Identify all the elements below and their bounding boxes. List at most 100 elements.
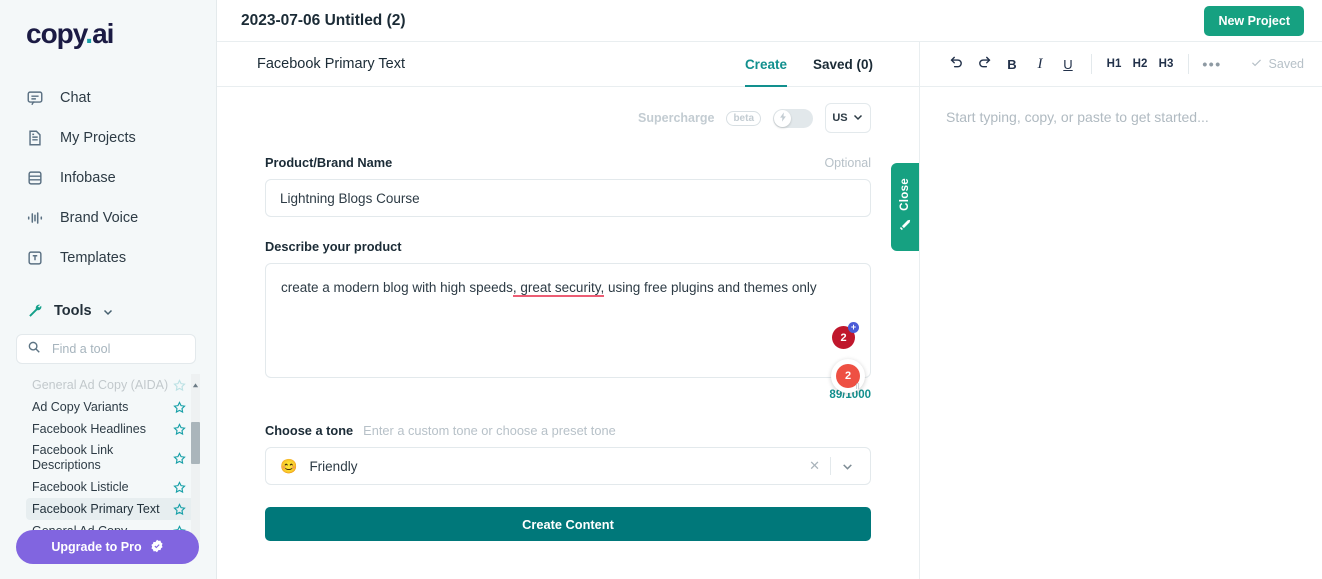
drag-handle-icon[interactable]: ⠿ <box>855 384 862 391</box>
heading-3-button[interactable]: H3 <box>1153 50 1179 78</box>
grammar-suggestions-badge[interactable]: 2 + <box>832 322 859 349</box>
database-icon <box>26 169 44 187</box>
close-panel-label: Close <box>899 177 911 211</box>
upgrade-container: Upgrade to Pro <box>16 530 199 564</box>
audio-bars-icon <box>26 209 44 227</box>
scrollbar-thumb[interactable] <box>191 422 200 464</box>
chevron-down-icon[interactable] <box>841 460 854 473</box>
editor-placeholder: Start typing, copy, or paste to get star… <box>946 109 1209 125</box>
lightning-bolt-icon <box>778 109 788 127</box>
editor-body[interactable]: Start typing, copy, or paste to get star… <box>920 87 1322 579</box>
editor-toolbar: B I U H1 H2 H3 ••• Saved <box>920 42 1322 87</box>
character-counter: 89/1000 <box>829 389 871 401</box>
list-item[interactable]: Facebook Link Descriptions <box>26 440 200 476</box>
list-item[interactable]: Ad Copy Variants <box>26 396 200 418</box>
page-title: 2023-07-06 Untitled (2) <box>241 11 406 29</box>
describe-product-textarea[interactable] <box>265 263 871 378</box>
content-split: Facebook Primary Text Create Saved (0) S… <box>217 41 1322 579</box>
logo[interactable]: copy.ai <box>0 0 216 62</box>
italic-button[interactable]: I <box>1026 50 1054 78</box>
grammar-badge-plus: + <box>848 322 859 333</box>
toggle-knob <box>774 109 791 127</box>
sidebar-nav: Chat My Projects Infobase Brand Voice Te… <box>0 78 216 278</box>
template-icon <box>26 249 44 267</box>
create-content-button[interactable]: Create Content <box>265 507 871 541</box>
bold-button[interactable]: B <box>998 50 1026 78</box>
close-panel-tab[interactable]: Close <box>891 163 919 251</box>
wrench-icon <box>26 302 44 320</box>
supercharge-label: Supercharge <box>638 111 715 125</box>
list-item[interactable]: Facebook Listicle <box>26 476 200 498</box>
sidebar-item-label: Infobase <box>60 170 116 186</box>
language-selector[interactable]: US <box>825 103 871 133</box>
top-header: 2023-07-06 Untitled (2) New Project <box>217 0 1322 41</box>
clear-tone-icon[interactable]: ✕ <box>799 458 830 474</box>
star-icon[interactable] <box>173 378 186 392</box>
smiley-icon: 😊 <box>280 457 298 474</box>
star-icon[interactable] <box>173 451 186 465</box>
undo-button[interactable] <box>942 50 970 78</box>
brand-field-label: Product/Brand Name <box>265 155 393 170</box>
tab-saved[interactable]: Saved (0) <box>813 42 873 87</box>
tone-select[interactable]: 😊 Friendly ✕ <box>265 447 871 485</box>
star-icon[interactable] <box>173 502 186 516</box>
sidebar-item-label: Brand Voice <box>60 210 139 226</box>
pencil-icon <box>899 218 911 236</box>
form-body: Supercharge beta US Product/Brand Name O… <box>217 87 919 579</box>
tab-create[interactable]: Create <box>744 42 787 87</box>
underline-button[interactable]: U <box>1054 50 1082 78</box>
heading-1-button[interactable]: H1 <box>1101 50 1127 78</box>
brand-field-header: Product/Brand Name Optional <box>265 155 871 170</box>
chevron-down-icon <box>102 305 114 317</box>
sidebar-item-label: Chat <box>60 90 91 106</box>
tool-label: Facebook Link Descriptions <box>32 443 114 472</box>
editor-panel: B I U H1 H2 H3 ••• Saved Start typing, c… <box>920 42 1322 579</box>
star-icon[interactable] <box>173 400 186 414</box>
redo-button[interactable] <box>970 50 998 78</box>
tool-label: General Ad Copy (AIDA) <box>32 377 169 392</box>
sidebar-item-label: Templates <box>60 250 127 266</box>
sidebar-item-chat[interactable]: Chat <box>0 78 216 118</box>
tool-search[interactable] <box>16 334 196 364</box>
list-item[interactable]: General Ad Copy (AIDA) <box>26 374 200 396</box>
form-header: Facebook Primary Text Create Saved (0) <box>217 42 919 87</box>
tone-value: Friendly <box>309 458 358 474</box>
tool-list-container: General Ad Copy (AIDA) Ad Copy Variants … <box>26 374 200 542</box>
star-icon[interactable] <box>173 422 186 436</box>
form-tabs: Create Saved (0) <box>744 42 919 87</box>
sidebar-item-infobase[interactable]: Infobase <box>0 158 216 198</box>
chevron-down-icon <box>852 111 864 126</box>
list-item-facebook-primary-text[interactable]: Facebook Primary Text <box>26 498 200 520</box>
brand-name-input[interactable] <box>265 179 871 217</box>
describe-textarea-wrap: create a modern blog with high speeds, g… <box>265 263 871 393</box>
describe-field-header: Describe your product <box>265 239 871 254</box>
tone-hint: Enter a custom tone or choose a preset t… <box>363 423 616 438</box>
tool-list-scrollbar[interactable] <box>191 374 200 542</box>
new-project-button[interactable]: New Project <box>1204 5 1304 36</box>
check-icon <box>1250 56 1263 72</box>
tool-label: Ad Copy Variants <box>32 399 129 414</box>
tool-label: Facebook Headlines <box>32 421 146 436</box>
beta-badge: beta <box>726 110 761 126</box>
star-icon[interactable] <box>173 480 186 494</box>
sidebar-section-tools[interactable]: Tools <box>0 290 216 332</box>
grammar-float-button[interactable]: 2 ⠿ <box>831 359 865 393</box>
sidebar-tools-label: Tools <box>54 303 92 319</box>
list-item[interactable]: Facebook Headlines <box>26 418 200 440</box>
supercharge-row: Supercharge beta US <box>265 87 871 133</box>
supercharge-toggle[interactable] <box>773 108 813 128</box>
upgrade-to-pro-button[interactable]: Upgrade to Pro <box>16 530 199 564</box>
heading-2-button[interactable]: H2 <box>1127 50 1153 78</box>
tool-list: General Ad Copy (AIDA) Ad Copy Variants … <box>26 374 200 542</box>
grammar-badge-count: 2 <box>840 331 847 344</box>
sidebar-item-brand-voice[interactable]: Brand Voice <box>0 198 216 238</box>
more-options-button[interactable]: ••• <box>1198 50 1226 78</box>
sidebar-item-label: My Projects <box>60 130 136 146</box>
search-input[interactable] <box>50 341 185 357</box>
sidebar-item-my-projects[interactable]: My Projects <box>0 118 216 158</box>
chevron-up-icon[interactable] <box>192 376 199 388</box>
undo-icon <box>949 54 964 74</box>
logo-text-suffix: ai <box>92 18 114 49</box>
tone-header: Choose a tone Enter a custom tone or cho… <box>265 423 871 438</box>
sidebar-item-templates[interactable]: Templates <box>0 238 216 278</box>
